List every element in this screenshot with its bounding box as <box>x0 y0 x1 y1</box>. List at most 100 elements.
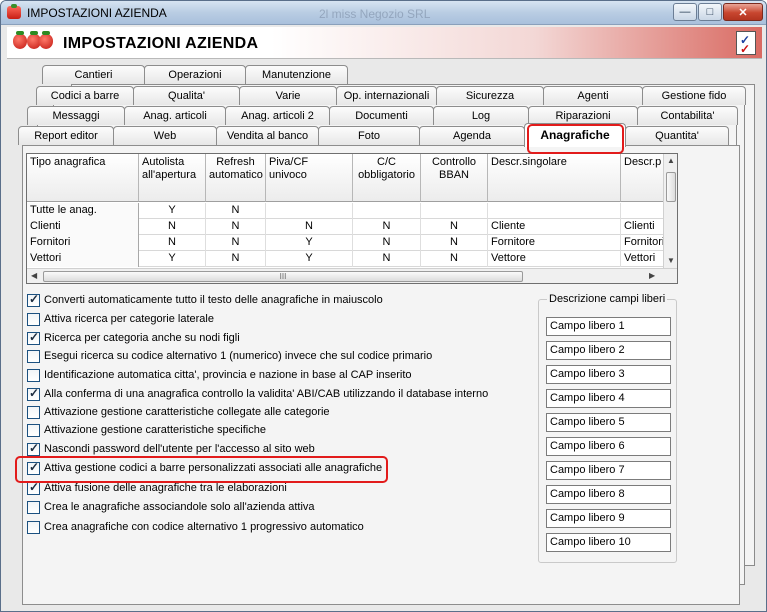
table-cell[interactable]: Vettore <box>488 251 621 267</box>
table-cell[interactable] <box>353 203 421 219</box>
free-field-1[interactable]: Campo libero 1 <box>546 317 671 336</box>
column-header[interactable]: Controllo BBAN <box>421 154 488 202</box>
table-cell[interactable] <box>488 203 621 219</box>
tab-operazioni[interactable]: Operazioni <box>144 65 246 84</box>
checklist-icon[interactable]: ✓ ✓ <box>736 31 756 56</box>
tab-agenda[interactable]: Agenda <box>419 126 525 145</box>
table-row[interactable]: Fornitori N N Y N N Fornitore Fornitori <box>27 235 667 251</box>
tab-vendita-al-banco[interactable]: Vendita al banco <box>216 126 319 145</box>
table-cell[interactable]: N <box>266 219 353 235</box>
table-cell[interactable]: Y <box>266 251 353 267</box>
free-field-7[interactable]: Campo libero 7 <box>546 461 671 480</box>
scroll-up-icon[interactable]: ▲ <box>667 156 675 165</box>
table-cell[interactable]: Fornitori <box>27 235 139 251</box>
tab-log[interactable]: Log <box>433 106 529 125</box>
unchecked-checkbox[interactable] <box>27 368 40 382</box>
checked-checkbox[interactable]: ✓ <box>27 292 40 307</box>
tab-gestione-fido[interactable]: Gestione fido <box>642 86 746 105</box>
tab-cantieri[interactable]: Cantieri <box>42 65 145 84</box>
free-field-5[interactable]: Campo libero 5 <box>546 413 671 432</box>
table-row[interactable]: Clienti N N N N N Cliente Clienti <box>27 219 667 235</box>
table-cell[interactable]: N <box>421 235 488 251</box>
scroll-down-icon[interactable]: ▼ <box>667 256 675 265</box>
table-cell[interactable]: N <box>421 251 488 267</box>
grid-vertical-scroll-thumb[interactable] <box>666 172 676 202</box>
option-row[interactable]: Attivazione gestione caratteristiche spe… <box>27 422 266 438</box>
checked-checkbox[interactable]: ✓ <box>27 480 40 495</box>
free-field-3[interactable]: Campo libero 3 <box>546 365 671 384</box>
table-cell[interactable]: Vettori <box>27 251 139 267</box>
minimize-button[interactable]: — <box>673 3 697 21</box>
table-cell[interactable] <box>621 203 667 219</box>
table-cell[interactable]: Y <box>139 251 206 267</box>
option-row[interactable]: Crea anagrafiche con codice alternativo … <box>27 519 364 535</box>
grid-vertical-scrollbar[interactable]: ▲ ▼ <box>663 154 677 269</box>
table-cell[interactable]: Y <box>266 235 353 251</box>
free-field-10[interactable]: Campo libero 10 <box>546 533 671 552</box>
column-header[interactable]: Descr.p <box>621 154 665 202</box>
tab-op-internazionali[interactable]: Op. internazionali <box>336 86 437 105</box>
scroll-left-icon[interactable]: ◀ <box>31 271 37 280</box>
option-row[interactable]: Esegui ricerca su codice alternativo 1 (… <box>27 348 432 364</box>
free-field-6[interactable]: Campo libero 6 <box>546 437 671 456</box>
option-row[interactable]: ✓ Ricerca per categoria anche su nodi fig… <box>27 330 240 346</box>
column-header[interactable]: Autolista all'apertura <box>139 154 206 202</box>
table-cell[interactable]: N <box>353 235 421 251</box>
checked-checkbox[interactable]: ✓ <box>27 330 40 345</box>
tab-agenti[interactable]: Agenti <box>543 86 643 105</box>
tab-contabilita[interactable]: Contabilita' <box>637 106 738 125</box>
free-field-8[interactable]: Campo libero 8 <box>546 485 671 504</box>
unchecked-checkbox[interactable] <box>27 423 40 437</box>
tab-quantita[interactable]: Quantita' <box>625 126 729 145</box>
tab-anag-articoli[interactable]: Anag. articoli <box>124 106 226 125</box>
table-cell[interactable]: Tutte le anag. <box>27 203 139 219</box>
checked-checkbox[interactable]: ✓ <box>27 441 40 456</box>
free-field-9[interactable]: Campo libero 9 <box>546 509 671 528</box>
grid-horizontal-scrollbar[interactable]: ◀ III ▶ <box>27 268 677 283</box>
unchecked-checkbox[interactable] <box>27 312 40 326</box>
option-row[interactable]: ✓ Converti automaticamente tutto il testo… <box>27 292 383 308</box>
option-row[interactable]: Crea le anagrafiche associandole solo al… <box>27 499 315 515</box>
table-cell[interactable]: N <box>353 251 421 267</box>
table-cell[interactable]: Clienti <box>27 219 139 235</box>
option-row[interactable]: ✓ Attiva gestione codici a barre personal… <box>27 460 382 476</box>
tab-documenti[interactable]: Documenti <box>329 106 434 125</box>
tab-sicurezza[interactable]: Sicurezza <box>436 86 544 105</box>
tab-anag-articoli-2[interactable]: Anag. articoli 2 <box>225 106 330 125</box>
table-cell[interactable]: N <box>206 219 266 235</box>
anagrafiche-type-grid[interactable]: Tipo anagrafica Autolista all'apertura R… <box>26 153 678 284</box>
table-cell[interactable]: Cliente <box>488 219 621 235</box>
title-bar[interactable]: IMPOSTAZIONI AZIENDA 2l miss Negozio SRL… <box>1 1 766 25</box>
column-header[interactable]: Tipo anagrafica <box>27 154 139 202</box>
unchecked-checkbox[interactable] <box>27 405 40 419</box>
table-cell[interactable]: N <box>353 219 421 235</box>
tab-codici-a-barre[interactable]: Codici a barre <box>36 86 134 105</box>
table-cell[interactable]: N <box>421 219 488 235</box>
free-field-2[interactable]: Campo libero 2 <box>546 341 671 360</box>
tab-manutenzione[interactable]: Manutenzione <box>245 65 348 84</box>
table-cell[interactable]: N <box>139 219 206 235</box>
checked-checkbox[interactable]: ✓ <box>27 460 40 475</box>
column-header[interactable]: Piva/CF univoco <box>266 154 353 202</box>
close-button[interactable]: ✕ <box>723 3 763 21</box>
unchecked-checkbox[interactable] <box>27 349 40 363</box>
scroll-right-icon[interactable]: ▶ <box>649 271 655 280</box>
tab-messaggi[interactable]: Messaggi <box>27 106 125 125</box>
option-row[interactable]: ✓ Attiva fusione delle anagrafiche tra le… <box>27 480 287 496</box>
column-header[interactable]: Descr.singolare <box>488 154 621 202</box>
tab-qualita[interactable]: Qualita' <box>133 86 240 105</box>
tab-anagrafiche[interactable]: Anagrafiche <box>524 123 626 147</box>
table-cell[interactable] <box>266 203 353 219</box>
unchecked-checkbox[interactable] <box>27 520 40 534</box>
option-row[interactable]: Identificazione automatica citta', provi… <box>27 367 412 383</box>
table-cell[interactable]: N <box>206 251 266 267</box>
table-cell[interactable]: N <box>206 203 266 219</box>
table-row[interactable]: Tutte le anag. Y N <box>27 203 667 219</box>
table-cell[interactable]: Fornitore <box>488 235 621 251</box>
table-cell[interactable]: N <box>139 235 206 251</box>
option-row[interactable]: Attivazione gestione caratteristiche col… <box>27 404 330 420</box>
maximize-button[interactable]: □ <box>698 3 722 21</box>
table-cell[interactable]: Clienti <box>621 219 667 235</box>
free-field-4[interactable]: Campo libero 4 <box>546 389 671 408</box>
grid-horizontal-scroll-thumb[interactable]: III <box>43 271 523 282</box>
